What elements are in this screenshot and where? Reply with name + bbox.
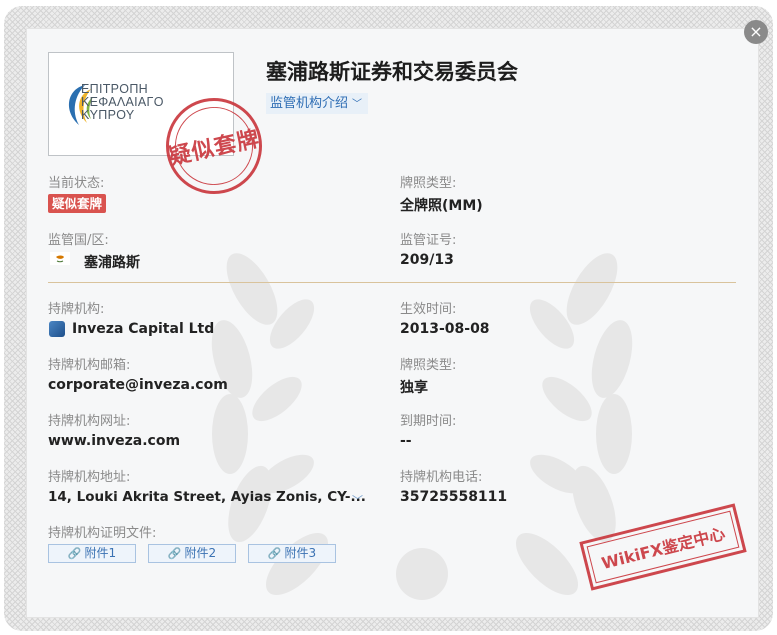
cyprus-flag-icon [50, 252, 70, 265]
address-expand-icon[interactable]: ﹀ [352, 492, 363, 508]
firm-logo-icon [49, 321, 65, 337]
license-type2-label: 牌照类型: [400, 358, 457, 373]
holder-value[interactable]: Inveza Capital Ltd [72, 321, 214, 337]
license-type-value: 全牌照(MM) [400, 198, 483, 214]
phone-value: 35725558111 [400, 489, 508, 505]
email-label: 持牌机构邮箱: [48, 358, 131, 373]
address-value: 14, Louki Akrita Street, Ayias Zonis, CY… [48, 489, 366, 505]
logo-text: ΕΠΙΤΡΟΠΗ ΚΕΦΑΛΑΙΑΓΟ ΚΥΠΡΟΥ [81, 82, 164, 122]
status-label: 当前状态: [48, 176, 105, 191]
license-type2-value: 独享 [400, 380, 428, 396]
page-title: 塞浦路斯证券和交易委员会 [266, 60, 518, 84]
link-icon: 🔗 [67, 547, 82, 560]
holder-label: 持牌机构: [48, 302, 105, 317]
website-value[interactable]: www.inveza.com [48, 433, 180, 449]
region-value: 塞浦路斯 [84, 255, 140, 271]
email-value: corporate@inveza.com [48, 377, 228, 393]
regulator-intro-dropdown[interactable]: 监管机构介绍 ﹀ [266, 93, 369, 114]
section-divider [48, 282, 736, 283]
status-badge: 疑似套牌 [48, 194, 107, 213]
license-type-label: 牌照类型: [400, 176, 457, 191]
address-label: 持牌机构地址: [48, 470, 131, 485]
attachment-button-3[interactable]: 🔗 附件3 [248, 544, 336, 563]
expiry-value: -- [400, 433, 412, 449]
expiry-label: 到期时间: [400, 414, 457, 429]
attachment-button-1[interactable]: 🔗 附件1 [48, 544, 136, 563]
link-icon: 🔗 [167, 547, 182, 560]
close-icon[interactable]: × [749, 24, 762, 40]
attachment-button-2[interactable]: 🔗 附件2 [148, 544, 236, 563]
close-button[interactable]: × [744, 20, 768, 44]
documents-label: 持牌机构证明文件: [48, 526, 157, 541]
website-label: 持牌机构网址: [48, 414, 131, 429]
link-icon: 🔗 [267, 547, 282, 560]
effective-value: 2013-08-08 [400, 321, 490, 337]
effective-label: 生效时间: [400, 302, 457, 317]
region-label: 监管国/区: [48, 233, 109, 248]
license-no-label: 监管证号: [400, 233, 457, 248]
chevron-down-icon: ﹀ [352, 99, 363, 110]
license-no-value: 209/13 [400, 252, 454, 268]
phone-label: 持牌机构电话: [400, 470, 483, 485]
